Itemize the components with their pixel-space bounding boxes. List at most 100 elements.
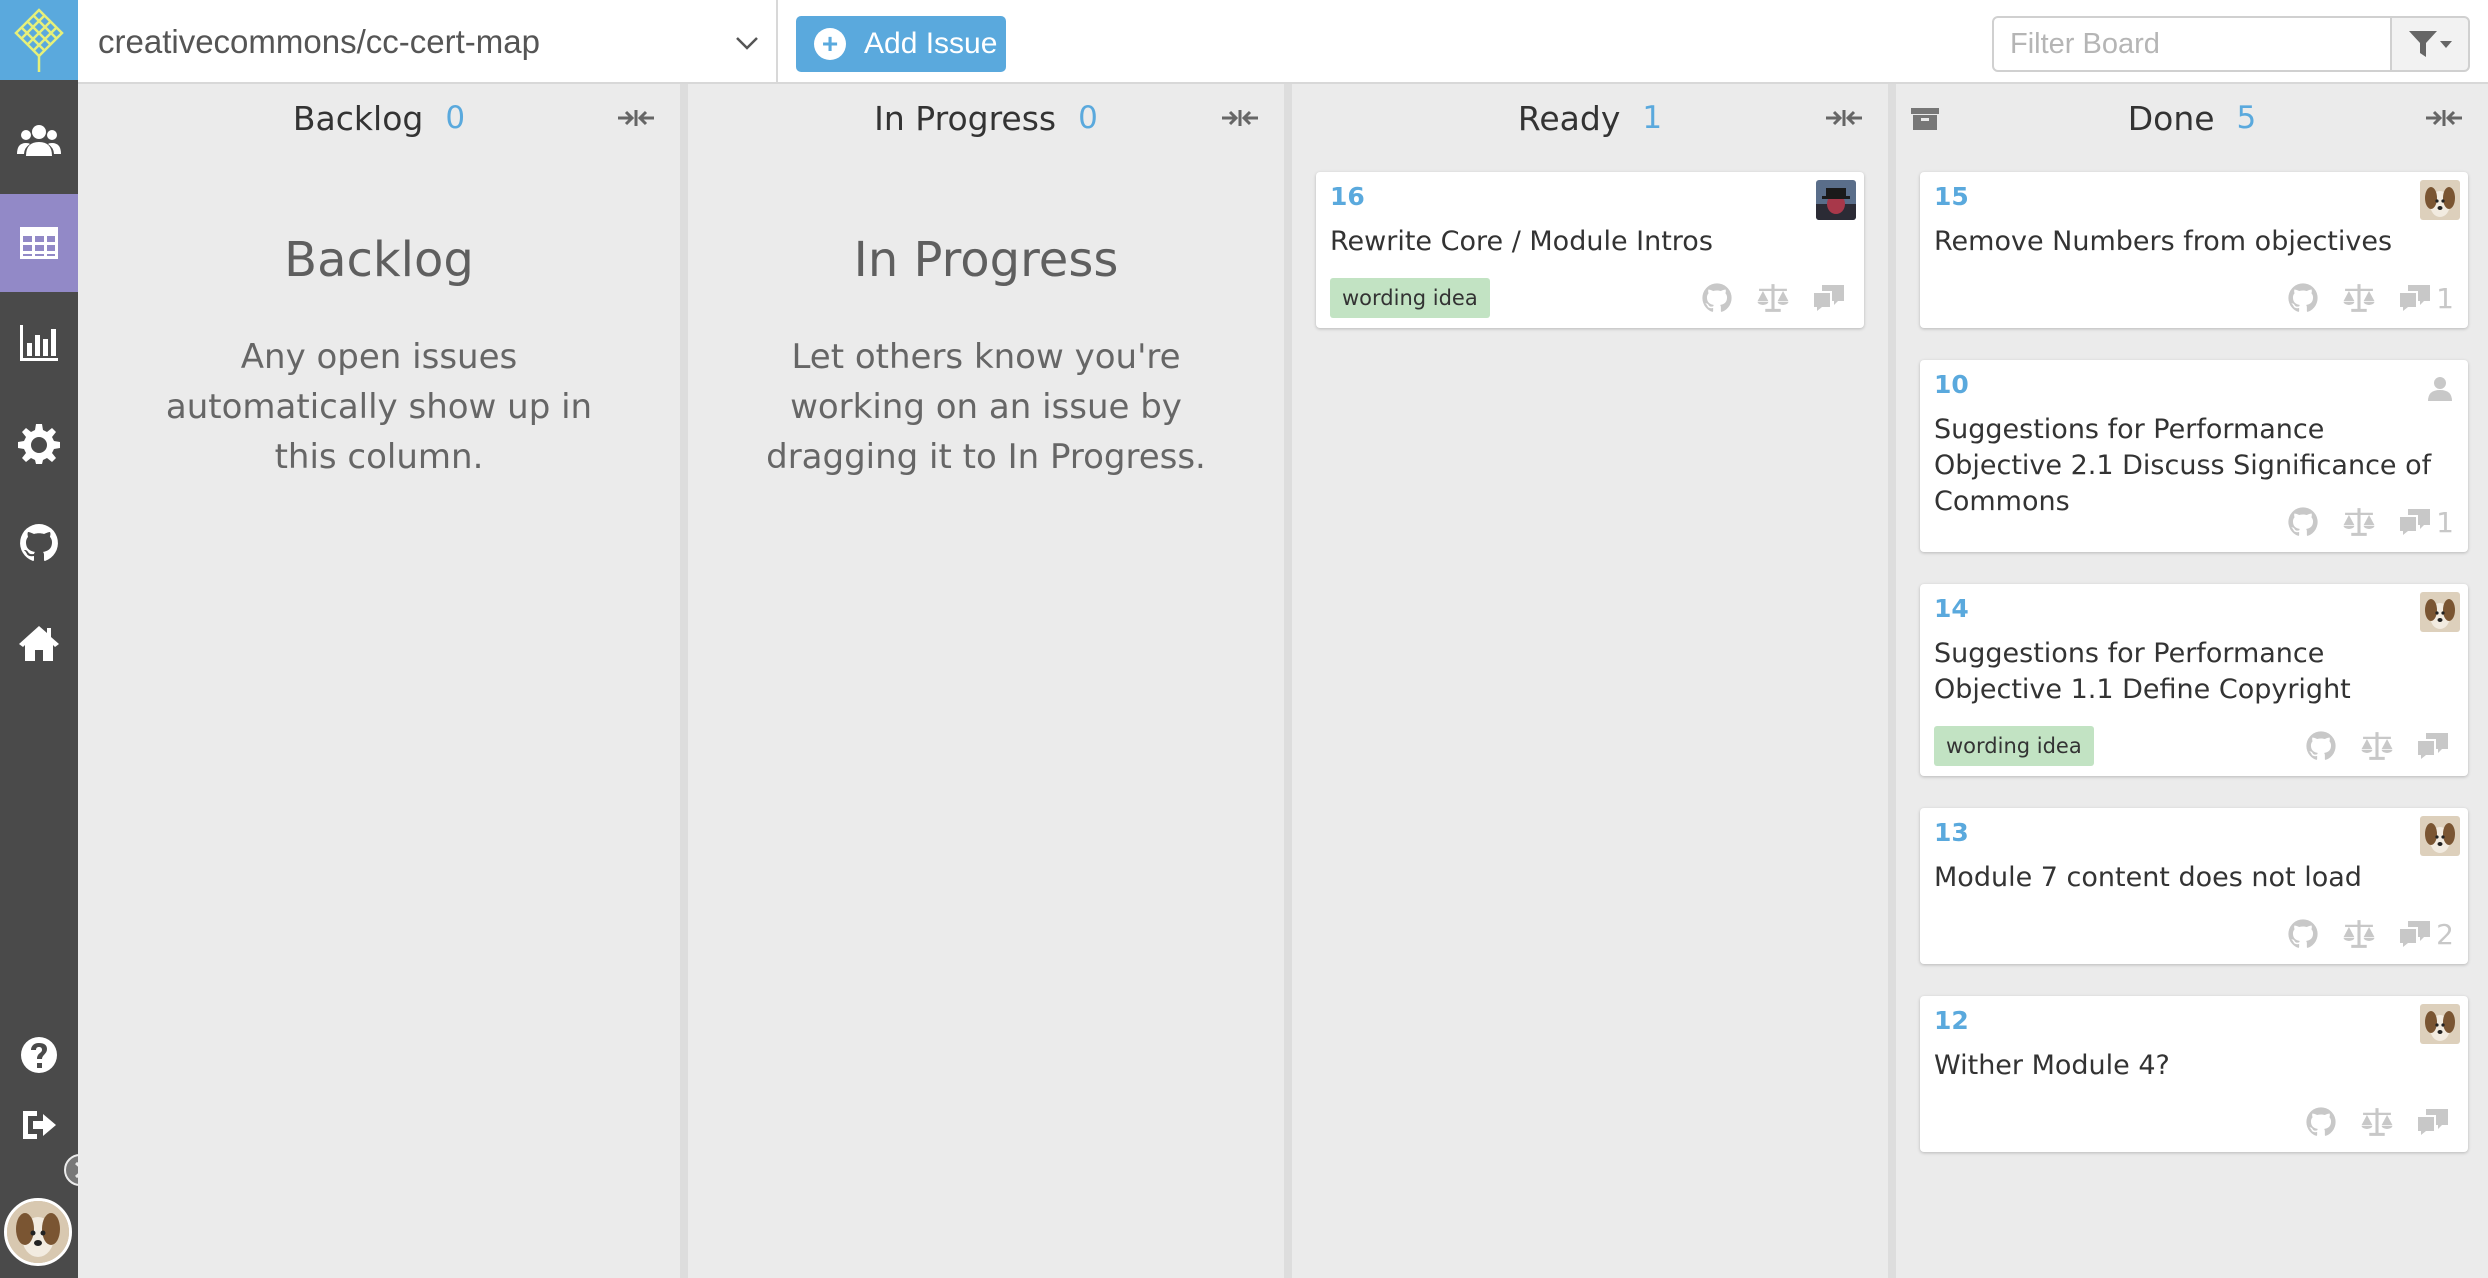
issue-card[interactable]: 16 Rewrite Core / Module Intros wording … <box>1316 172 1864 328</box>
sidebar-item-people[interactable] <box>0 93 78 191</box>
plus-circle-icon: + <box>814 28 846 60</box>
card-actions <box>2282 728 2454 764</box>
column-title: Done <box>2127 98 2215 138</box>
issue-number[interactable]: 12 <box>1934 1006 1969 1035</box>
issue-card[interactable]: 15 Remove Numbers from objectives 1 <box>1920 172 2468 328</box>
dog-avatar-icon <box>2420 180 2460 220</box>
issue-number[interactable]: 15 <box>1934 182 1969 211</box>
sidebar-item-help[interactable] <box>0 1025 78 1085</box>
comments-indicator[interactable]: 1 <box>2398 506 2454 539</box>
balance-scale-icon[interactable] <box>2342 505 2376 539</box>
assignee-avatar[interactable] <box>2420 1004 2460 1044</box>
user-avatar[interactable] <box>4 1198 72 1266</box>
comment-count: 2 <box>2436 917 2454 951</box>
column-title: In Progress <box>874 98 1057 138</box>
column-title: Ready <box>1517 98 1621 138</box>
column-divider <box>1284 84 1292 1278</box>
github-icon[interactable] <box>2304 729 2338 763</box>
github-icon[interactable] <box>2286 505 2320 539</box>
column-count: 1 <box>1642 100 1663 136</box>
balance-scale-icon[interactable] <box>1756 281 1790 315</box>
issue-title[interactable]: Rewrite Core / Module Intros <box>1330 224 1850 260</box>
balance-scale-icon[interactable] <box>2342 281 2376 315</box>
balance-scale-icon[interactable] <box>2360 1105 2394 1139</box>
column-divider <box>1888 84 1896 1278</box>
filter-dropdown-button[interactable] <box>2390 16 2470 72</box>
column-divider <box>680 84 688 1278</box>
user-icon <box>2428 377 2452 401</box>
column-title: Backlog <box>292 98 424 138</box>
sidebar-item-stats[interactable] <box>0 294 78 392</box>
comments-indicator[interactable] <box>2416 731 2454 761</box>
column-done: Done 5 15 Remove Numbers from objectives… <box>1896 84 2488 1278</box>
github-icon[interactable] <box>1700 281 1734 315</box>
issue-card[interactable]: 14 Suggestions for Performance Objective… <box>1920 584 2468 776</box>
comments-icon <box>2418 733 2448 759</box>
issue-number[interactable]: 16 <box>1330 182 1365 211</box>
sidebar-item-logout[interactable] <box>0 1095 78 1155</box>
assignee-avatar[interactable] <box>2420 592 2460 632</box>
collapse-column-icon[interactable] <box>1220 106 1260 130</box>
comments-indicator[interactable] <box>2416 1107 2454 1137</box>
comments-icon <box>2400 921 2431 947</box>
unassigned-avatar[interactable] <box>2420 368 2460 408</box>
column-header: Ready 1 <box>1292 84 1888 152</box>
issue-number[interactable]: 13 <box>1934 818 1969 847</box>
app-logo[interactable] <box>0 0 78 80</box>
balance-scale-icon[interactable] <box>2360 729 2394 763</box>
issue-title[interactable]: Remove Numbers from objectives <box>1934 224 2454 260</box>
top-bar: creativecommons/cc-cert-map + Add Issue <box>78 0 2488 84</box>
issue-card[interactable]: 10 Suggestions for Performance Objective… <box>1920 360 2468 552</box>
chevron-down-icon <box>736 37 758 50</box>
gear-icon <box>18 424 60 464</box>
issue-card[interactable]: 13 Module 7 content does not load 2 <box>1920 808 2468 964</box>
card-actions: 1 <box>2264 280 2454 316</box>
filter-board-input[interactable] <box>2010 27 2370 61</box>
issue-title[interactable]: Module 7 content does not load <box>1934 860 2454 896</box>
github-icon[interactable] <box>2286 281 2320 315</box>
sign-out-icon <box>23 1111 56 1139</box>
assignee-avatar[interactable] <box>1816 180 1856 220</box>
filter-board-field[interactable] <box>1992 16 2392 72</box>
issue-label[interactable]: wording idea <box>1330 278 1490 318</box>
balance-scale-icon[interactable] <box>2342 917 2376 951</box>
issue-title[interactable]: Wither Module 4? <box>1934 1048 2454 1084</box>
sidebar-item-home[interactable] <box>0 594 78 692</box>
comments-indicator[interactable]: 2 <box>2398 918 2454 951</box>
comments-icon <box>2400 509 2431 535</box>
sidebar-item-board[interactable] <box>0 194 78 292</box>
issue-label[interactable]: wording idea <box>1934 726 2094 766</box>
sidebar-item-settings[interactable] <box>0 394 78 492</box>
comment-count: 1 <box>2436 505 2454 539</box>
add-issue-button[interactable]: + Add Issue <box>796 16 1006 72</box>
sidebar <box>0 0 78 1278</box>
collapse-column-icon[interactable] <box>616 106 656 130</box>
issue-number[interactable]: 10 <box>1934 370 1969 399</box>
sidebar-item-github[interactable] <box>0 494 78 592</box>
empty-state-title: Backlog <box>284 232 474 288</box>
github-icon[interactable] <box>2286 917 2320 951</box>
repo-selector[interactable]: creativecommons/cc-cert-map <box>78 0 778 84</box>
collapse-column-icon[interactable] <box>1824 106 1864 130</box>
card-actions <box>1678 280 1850 316</box>
issue-card[interactable]: 12 Wither Module 4? <box>1920 996 2468 1152</box>
bar-chart-icon <box>20 325 58 361</box>
column-header: Done 5 <box>1896 84 2488 152</box>
issue-title[interactable]: Suggestions for Performance Objective 1.… <box>1934 636 2454 708</box>
github-icon[interactable] <box>2304 1105 2338 1139</box>
add-issue-label: Add Issue <box>864 27 998 60</box>
dog-avatar-icon <box>7 1201 69 1263</box>
column-in-progress: In Progress 0 In Progress Let others kno… <box>688 84 1284 1278</box>
card-actions: 1 <box>2264 504 2454 540</box>
board-icon <box>20 227 58 259</box>
assignee-avatar[interactable] <box>2420 180 2460 220</box>
comments-indicator[interactable] <box>1812 283 1850 313</box>
issue-number[interactable]: 14 <box>1934 594 1969 623</box>
assignee-avatar[interactable] <box>2420 816 2460 856</box>
collapse-column-icon[interactable] <box>2424 106 2464 130</box>
comments-indicator[interactable]: 1 <box>2398 282 2454 315</box>
comment-count: 1 <box>2436 281 2454 315</box>
question-icon <box>21 1037 57 1073</box>
empty-state-title: In Progress <box>853 232 1119 288</box>
people-icon <box>17 125 61 156</box>
